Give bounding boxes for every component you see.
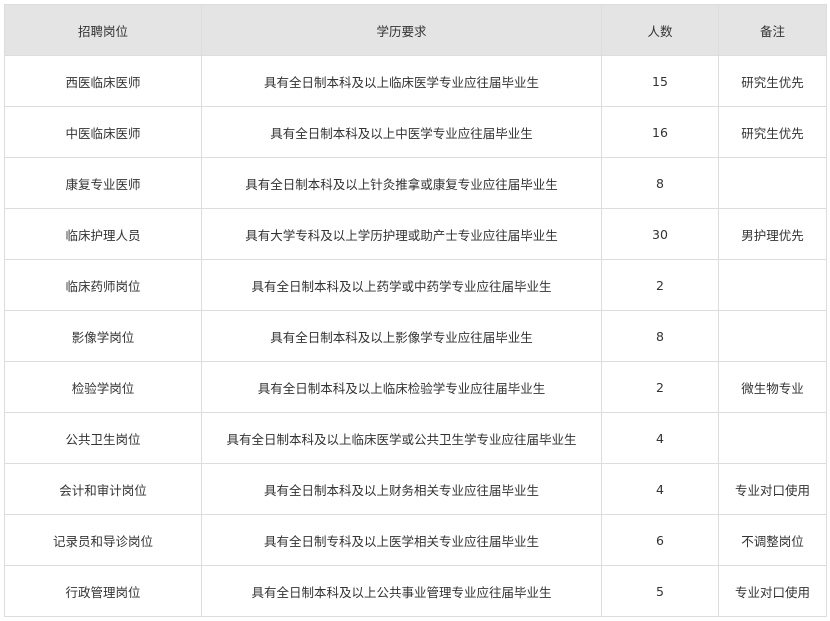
cell-note <box>718 412 827 464</box>
cell-position: 临床护理人员 <box>4 208 202 260</box>
cell-position: 西医临床医师 <box>4 55 202 107</box>
cell-count: 8 <box>601 157 719 209</box>
table-row: 临床护理人员 具有大学专科及以上学历护理或助产士专业应往届毕业生 30 男护理优… <box>4 208 827 260</box>
table-row: 影像学岗位 具有全日制本科及以上影像学专业应往届毕业生 8 <box>4 310 827 362</box>
cell-position: 公共卫生岗位 <box>4 412 202 464</box>
header-note: 备注 <box>718 4 827 56</box>
cell-count: 30 <box>601 208 719 260</box>
header-row: 招聘岗位 学历要求 人数 备注 <box>4 4 827 56</box>
table-row: 公共卫生岗位 具有全日制本科及以上临床医学或公共卫生学专业应往届毕业生 4 <box>4 412 827 464</box>
cell-count: 6 <box>601 514 719 566</box>
cell-requirement: 具有全日制本科及以上中医学专业应往届毕业生 <box>201 106 602 158</box>
table-row: 西医临床医师 具有全日制本科及以上临床医学专业应往届毕业生 15 研究生优先 <box>4 55 827 107</box>
cell-count: 2 <box>601 259 719 311</box>
header-position: 招聘岗位 <box>4 4 202 56</box>
cell-note: 不调整岗位 <box>718 514 827 566</box>
table-row: 中医临床医师 具有全日制本科及以上中医学专业应往届毕业生 16 研究生优先 <box>4 106 827 158</box>
cell-position: 临床药师岗位 <box>4 259 202 311</box>
cell-count: 8 <box>601 310 719 362</box>
table-row: 记录员和导诊岗位 具有全日制专科及以上医学相关专业应往届毕业生 6 不调整岗位 <box>4 514 827 566</box>
cell-note: 微生物专业 <box>718 361 827 413</box>
cell-position: 影像学岗位 <box>4 310 202 362</box>
cell-requirement: 具有大学专科及以上学历护理或助产士专业应往届毕业生 <box>201 208 602 260</box>
header-count: 人数 <box>601 4 719 56</box>
cell-position: 检验学岗位 <box>4 361 202 413</box>
cell-requirement: 具有全日制本科及以上公共事业管理专业应往届毕业生 <box>201 565 602 617</box>
recruitment-table: 招聘岗位 学历要求 人数 备注 西医临床医师 具有全日制本科及以上临床医学专业应… <box>4 4 827 617</box>
cell-requirement: 具有全日制本科及以上临床医学专业应往届毕业生 <box>201 55 602 107</box>
cell-note <box>718 157 827 209</box>
table-row: 会计和审计岗位 具有全日制本科及以上财务相关专业应往届毕业生 4 专业对口使用 <box>4 463 827 515</box>
cell-position: 康复专业医师 <box>4 157 202 209</box>
cell-note: 男护理优先 <box>718 208 827 260</box>
cell-note <box>718 310 827 362</box>
cell-count: 4 <box>601 463 719 515</box>
cell-note: 专业对口使用 <box>718 463 827 515</box>
cell-count: 15 <box>601 55 719 107</box>
cell-note: 研究生优先 <box>718 106 827 158</box>
cell-requirement: 具有全日制本科及以上针灸推拿或康复专业应往届毕业生 <box>201 157 602 209</box>
cell-count: 2 <box>601 361 719 413</box>
cell-requirement: 具有全日制本科及以上药学或中药学专业应往届毕业生 <box>201 259 602 311</box>
cell-note: 研究生优先 <box>718 55 827 107</box>
cell-requirement: 具有全日制本科及以上临床检验学专业应往届毕业生 <box>201 361 602 413</box>
header-requirement: 学历要求 <box>201 4 602 56</box>
cell-position: 行政管理岗位 <box>4 565 202 617</box>
cell-count: 4 <box>601 412 719 464</box>
cell-count: 16 <box>601 106 719 158</box>
cell-position: 会计和审计岗位 <box>4 463 202 515</box>
cell-requirement: 具有全日制本科及以上财务相关专业应往届毕业生 <box>201 463 602 515</box>
cell-requirement: 具有全日制专科及以上医学相关专业应往届毕业生 <box>201 514 602 566</box>
table-body: 西医临床医师 具有全日制本科及以上临床医学专业应往届毕业生 15 研究生优先 中… <box>4 55 827 617</box>
cell-position: 记录员和导诊岗位 <box>4 514 202 566</box>
table-row: 康复专业医师 具有全日制本科及以上针灸推拿或康复专业应往届毕业生 8 <box>4 157 827 209</box>
cell-count: 5 <box>601 565 719 617</box>
cell-position: 中医临床医师 <box>4 106 202 158</box>
cell-requirement: 具有全日制本科及以上影像学专业应往届毕业生 <box>201 310 602 362</box>
cell-note: 专业对口使用 <box>718 565 827 617</box>
table-row: 临床药师岗位 具有全日制本科及以上药学或中药学专业应往届毕业生 2 <box>4 259 827 311</box>
cell-requirement: 具有全日制本科及以上临床医学或公共卫生学专业应往届毕业生 <box>201 412 602 464</box>
table-row: 检验学岗位 具有全日制本科及以上临床检验学专业应往届毕业生 2 微生物专业 <box>4 361 827 413</box>
table-header: 招聘岗位 学历要求 人数 备注 <box>4 4 827 56</box>
cell-note <box>718 259 827 311</box>
table-row: 行政管理岗位 具有全日制本科及以上公共事业管理专业应往届毕业生 5 专业对口使用 <box>4 565 827 617</box>
